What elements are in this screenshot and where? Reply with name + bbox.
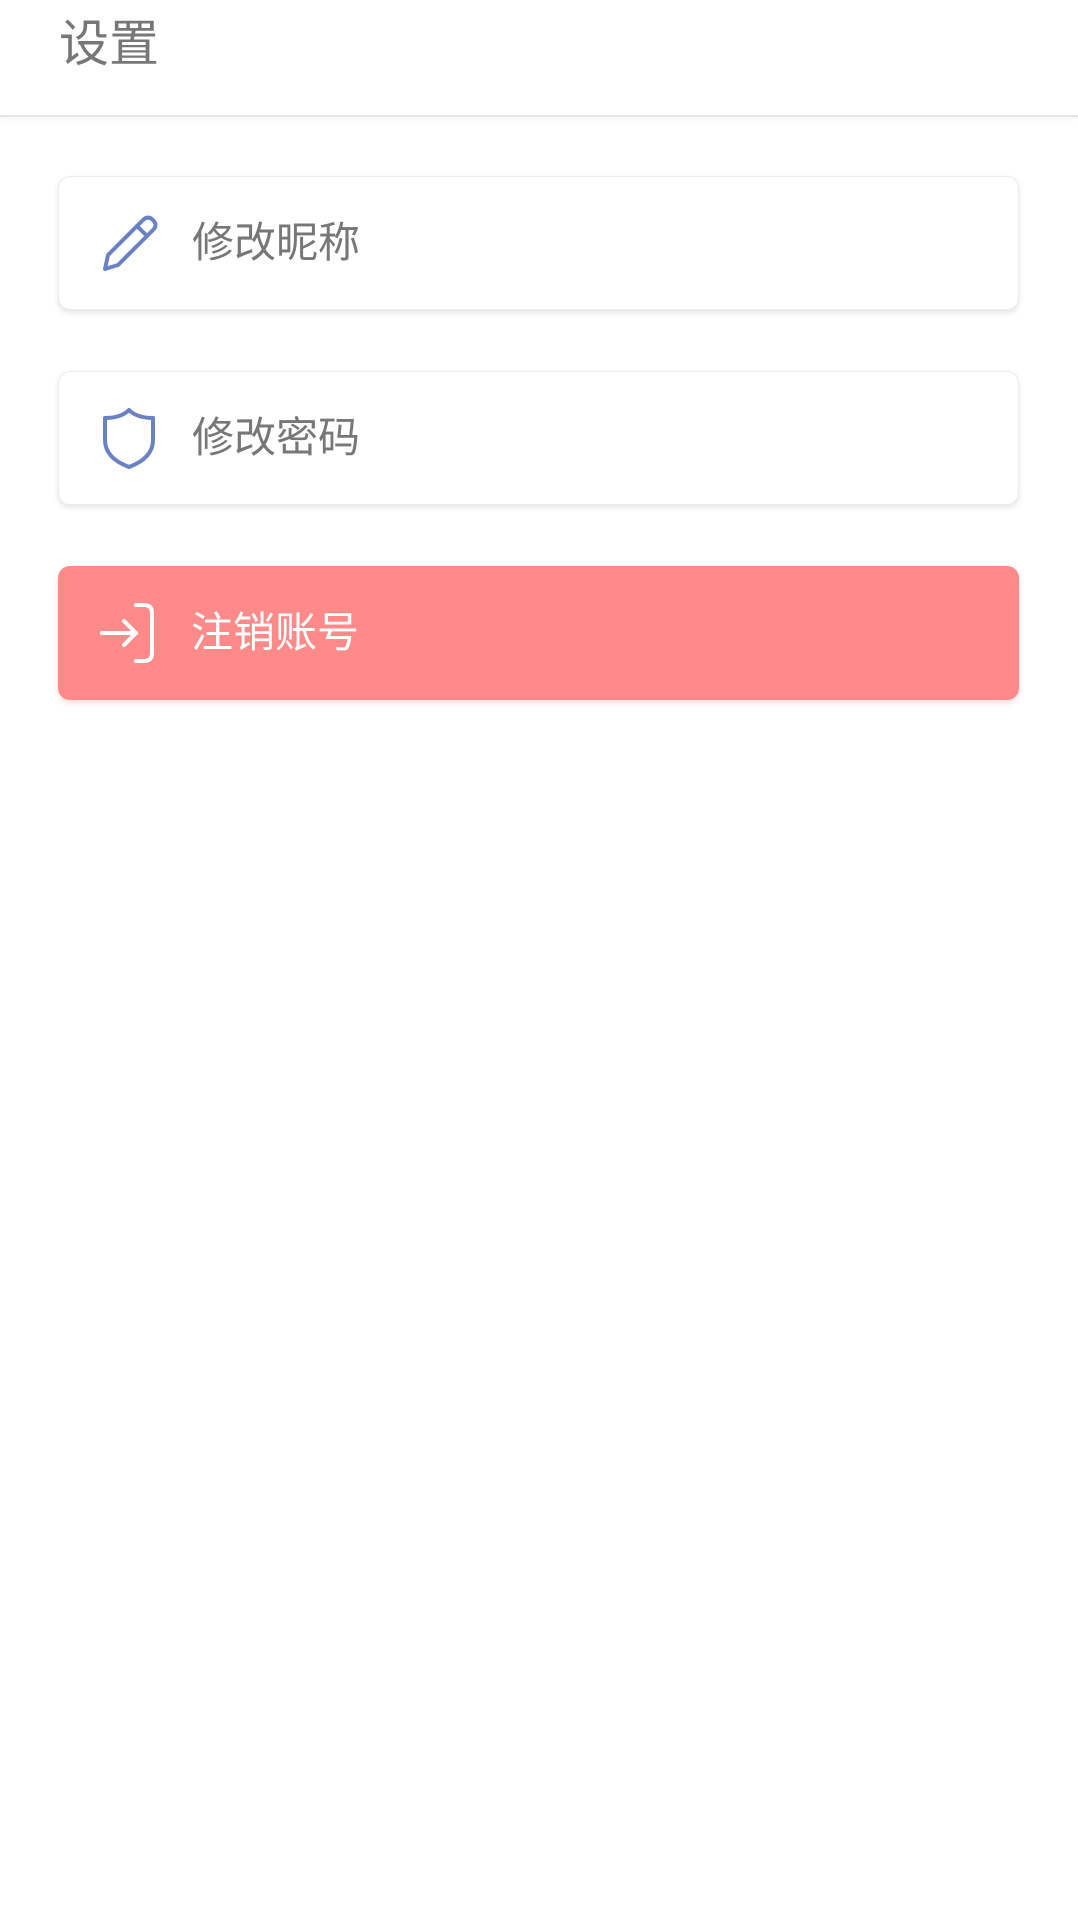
edit-nickname-label: 修改昵称 — [192, 218, 361, 267]
logout-icon — [93, 598, 163, 668]
change-password-label: 修改密码 — [192, 413, 361, 462]
shield-icon — [94, 403, 164, 473]
delete-account-button[interactable]: 注销账号 — [58, 566, 1019, 700]
edit-nickname-button[interactable]: 修改昵称 — [58, 176, 1019, 310]
settings-page: 设置 修改昵称 修改密码 注销账号 — [0, 0, 1078, 1917]
page-title: 设置 — [59, 15, 159, 73]
change-password-button[interactable]: 修改密码 — [58, 371, 1019, 505]
app-header: 设置 — [0, 0, 1078, 117]
delete-account-label: 注销账号 — [191, 608, 360, 657]
pencil-icon — [94, 208, 164, 278]
